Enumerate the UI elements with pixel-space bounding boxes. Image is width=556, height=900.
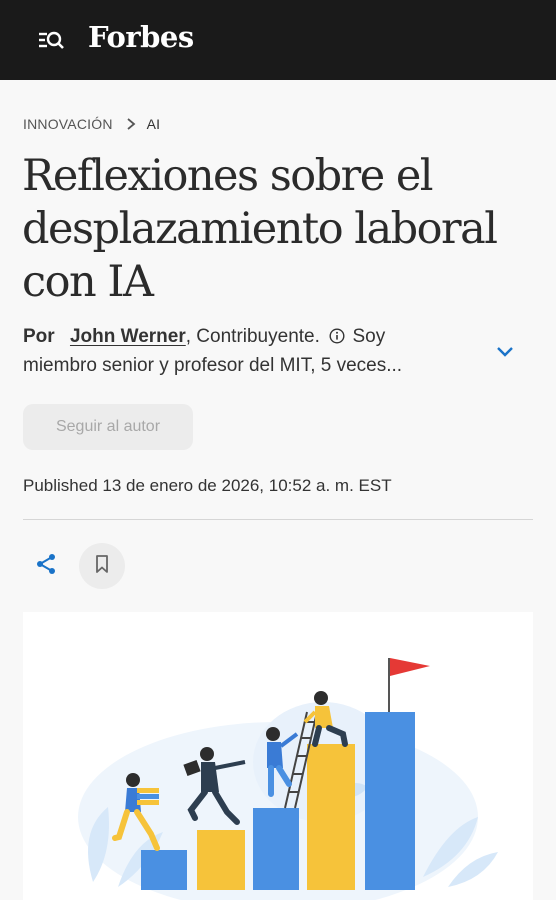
chevron-right-icon (125, 117, 137, 131)
forbes-logo[interactable]: Forbes (88, 20, 194, 54)
follow-author-button[interactable]: Seguir al autor (23, 404, 193, 450)
published-date: Published 13 de enero de 2026, 10:52 a. … (23, 476, 392, 495)
breadcrumb-subsection[interactable]: AI (147, 116, 161, 132)
author-role: , Contribuyente. (185, 326, 320, 347)
hero-illustration (23, 612, 533, 900)
info-icon[interactable] (329, 324, 345, 344)
bookmark-button[interactable] (79, 543, 125, 589)
divider (23, 519, 533, 520)
share-icon (34, 552, 58, 581)
breadcrumb-section[interactable]: INNOVACIÓN (23, 116, 113, 132)
by-label: Por (23, 326, 55, 347)
share-button[interactable] (24, 544, 68, 588)
author-byline: Por John Werner, Contribuyente. Soy miem… (23, 322, 453, 380)
breadcrumb: INNOVACIÓN AI (23, 116, 160, 132)
article-title: Reflexiones sobre el desplazamiento labo… (22, 151, 498, 307)
menu-search-icon[interactable] (36, 28, 66, 52)
top-navigation-bar: Forbes (0, 0, 556, 80)
chevron-down-icon[interactable] (494, 340, 516, 362)
author-link[interactable]: John Werner (70, 326, 186, 347)
bookmark-icon (93, 554, 111, 579)
